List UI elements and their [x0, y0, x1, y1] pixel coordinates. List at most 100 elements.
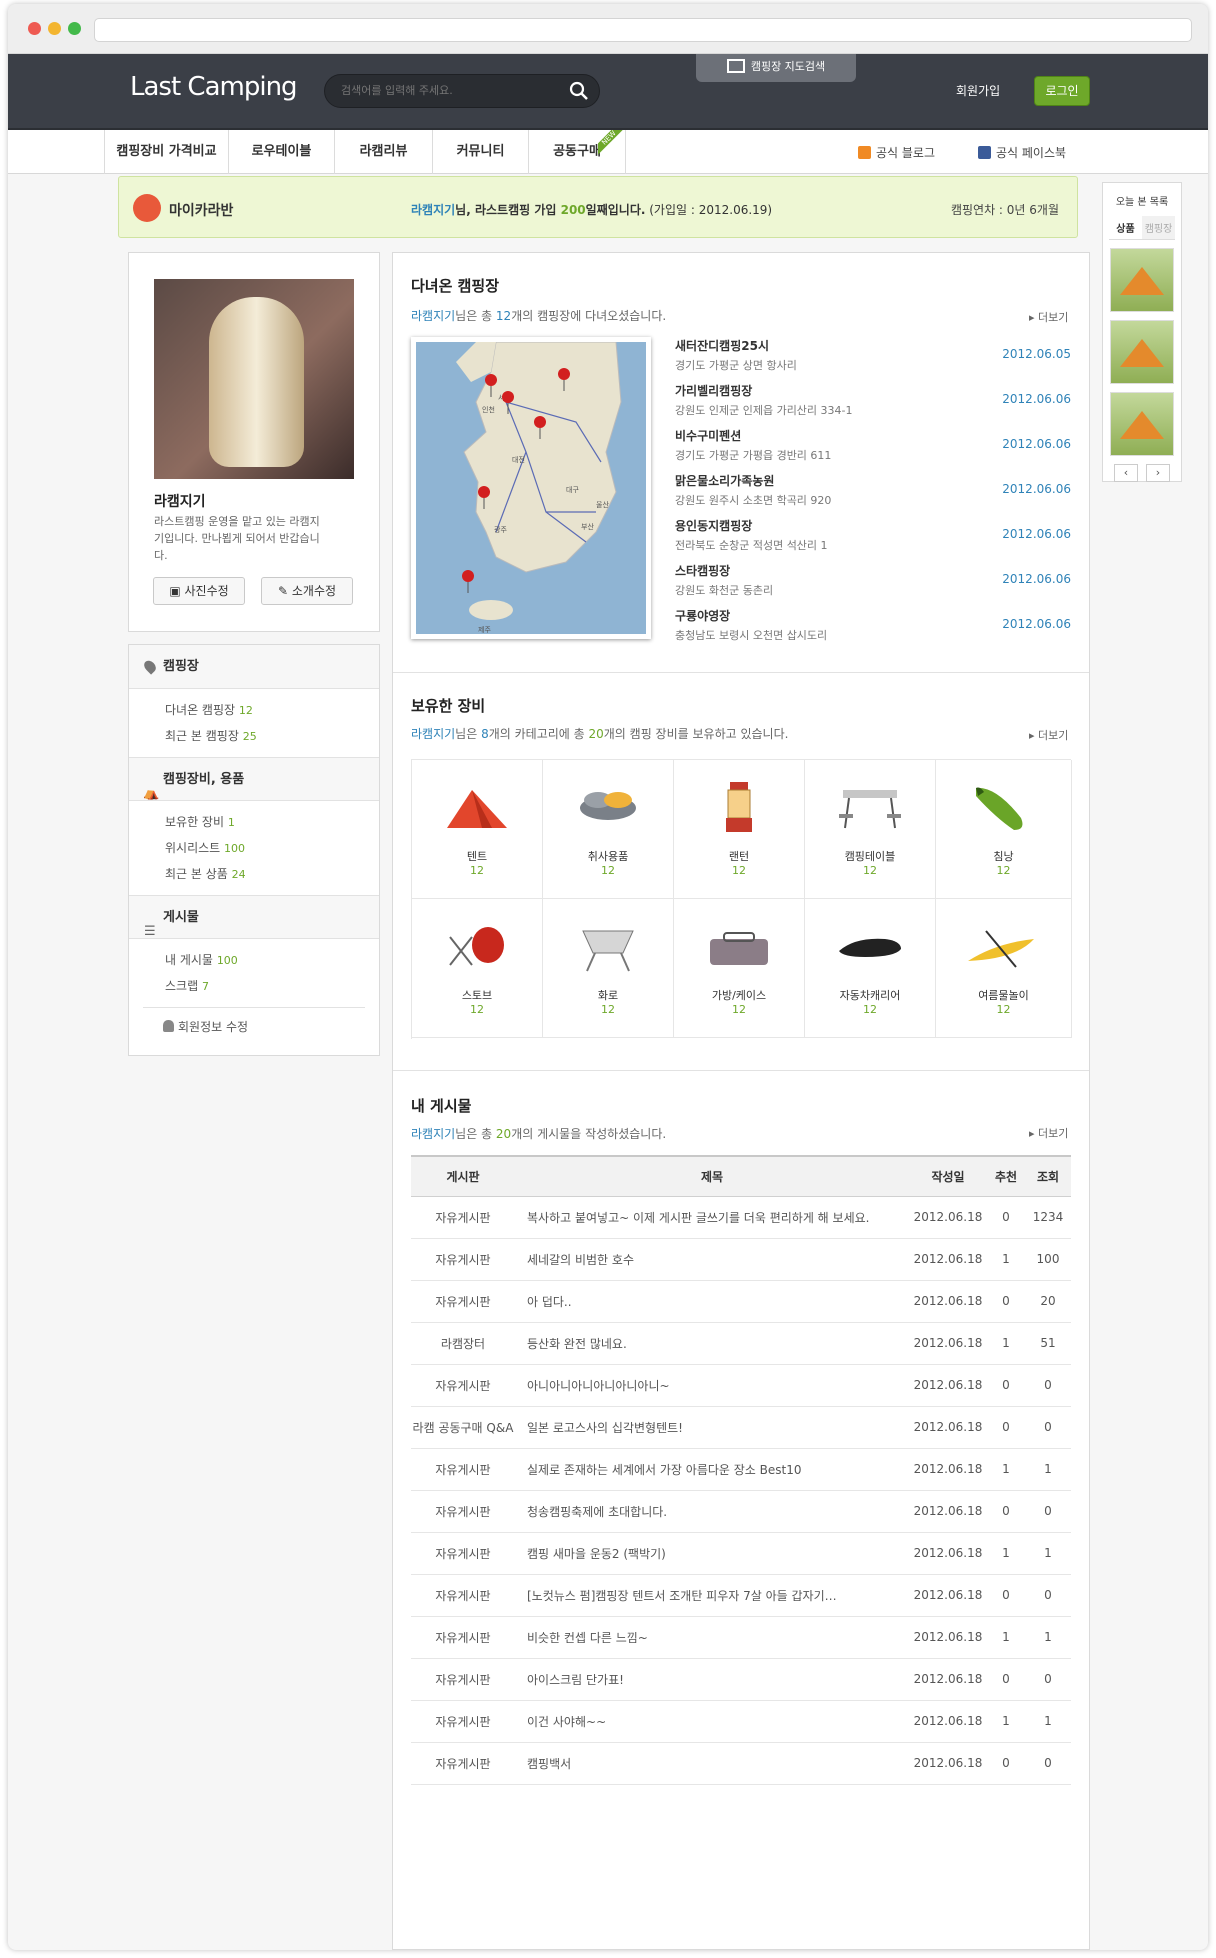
table-row[interactable]: 자유게시판 실제로 존재하는 세계에서 가장 아름다운 장소 Best10 2012…: [411, 1448, 1071, 1491]
today-thumb[interactable]: [1110, 392, 1174, 456]
post-title[interactable]: 캠핑백서: [515, 1742, 909, 1785]
edit-photo-button[interactable]: ▣ 사진수정: [153, 577, 245, 605]
profile-photo[interactable]: [154, 279, 354, 479]
blog-link[interactable]: 공식 블로그: [858, 144, 935, 161]
table-row[interactable]: 자유게시판 캠핑백서 2012.06.18 0 0: [411, 1742, 1071, 1785]
sidebar-item-visited[interactable]: 다녀온 캠핑장 12: [129, 697, 379, 723]
col-board[interactable]: 게시판: [411, 1155, 515, 1197]
gear-item-water-sports[interactable]: 여름물놀이 12: [936, 899, 1072, 1038]
camp-item[interactable]: 구룡야영장 충청남도 보령시 오천면 삽시도리 2012.06.06: [675, 607, 1071, 652]
nav-community[interactable]: 커뮤니티: [432, 130, 528, 174]
post-title[interactable]: 세네갈의 비범한 호수: [515, 1238, 909, 1281]
nav-low-table[interactable]: 로우테이블: [228, 130, 334, 174]
sidebar-item-recent-camp[interactable]: 최근 본 캠핑장 25: [129, 723, 379, 749]
today-title: 오늘 본 목록: [1115, 197, 1169, 208]
gear-item-sleeping-bag[interactable]: 침낭 12: [936, 760, 1072, 899]
table-row[interactable]: 자유게시판 아니아니아니아니아니아니~ 2012.06.18 0 0: [411, 1364, 1071, 1407]
table-row[interactable]: 자유게시판 비슷한 컨셉 다른 느낌~ 2012.06.18 1 1: [411, 1616, 1071, 1659]
posts-more-link[interactable]: ▸ 더보기: [1029, 1125, 1068, 1141]
post-title[interactable]: [노컷뉴스 펌]캠핑장 텐트서 조개탄 피우자 7살 아들 갑자기…: [515, 1574, 909, 1617]
tab-camp[interactable]: 캠핑장: [1142, 216, 1175, 239]
table-row[interactable]: 자유게시판 이건 사야해~~ 2012.06.18 1 1: [411, 1700, 1071, 1743]
table-row[interactable]: 라캠장터 등산화 완전 많네요. 2012.06.18 1 51: [411, 1322, 1071, 1365]
close-dot[interactable]: [28, 22, 41, 35]
post-title[interactable]: 캠핑 새마을 운동2 (팩박기): [515, 1532, 909, 1575]
minimize-dot[interactable]: [48, 22, 61, 35]
camp-item[interactable]: 가리벨리캠핑장 강원도 인제군 인제읍 가리산리 334-1 2012.06.0…: [675, 382, 1071, 427]
map-search-label: 캠핑장 지도검색: [750, 60, 826, 73]
post-title[interactable]: 청송캠핑축제에 초대합니다.: [515, 1490, 909, 1533]
post-views: 1: [1025, 1616, 1071, 1659]
today-thumb[interactable]: [1110, 320, 1174, 384]
sidebar-item-scrap[interactable]: 스크랩 7: [129, 973, 379, 999]
search-icon[interactable]: [569, 81, 589, 101]
post-board: 자유게시판: [411, 1658, 515, 1701]
camp-item[interactable]: 스타캠핑장 강원도 화천군 동촌리 2012.06.06: [675, 562, 1071, 607]
table-row[interactable]: 자유게시판 청송캠핑축제에 초대합니다. 2012.06.18 0 0: [411, 1490, 1071, 1533]
site-logo[interactable]: Last Camping: [130, 72, 298, 102]
post-title[interactable]: 비슷한 컨셉 다른 느낌~: [515, 1616, 909, 1659]
today-viewed-panel: 오늘 본 목록 상품 캠핑장 ‹ ›: [1102, 182, 1182, 482]
post-date: 2012.06.18: [909, 1700, 987, 1743]
map-search-tab[interactable]: 캠핑장 지도검색: [696, 54, 856, 82]
col-date[interactable]: 작성일: [909, 1155, 987, 1197]
post-title[interactable]: 아니아니아니아니아니아니~: [515, 1364, 909, 1407]
gear-more-link[interactable]: ▸ 더보기: [1029, 727, 1068, 743]
visited-more-link[interactable]: ▸ 더보기: [1029, 309, 1068, 325]
table-row[interactable]: 자유게시판 복사하고 붙여넣고~ 이제 게시판 글쓰기를 더욱 편리하게 해 보세…: [411, 1196, 1071, 1239]
svg-text:대전: 대전: [512, 455, 525, 464]
sidebar-item-recent-items[interactable]: 최근 본 상품 24: [129, 861, 379, 887]
col-recommend[interactable]: 추천: [987, 1155, 1025, 1197]
table-row[interactable]: 자유게시판 아 덥다.. 2012.06.18 0 20: [411, 1280, 1071, 1323]
search-input[interactable]: [341, 84, 561, 97]
address-bar[interactable]: [94, 18, 1192, 42]
gear-item-stove[interactable]: 스토브 12: [412, 899, 543, 1038]
prev-icon[interactable]: ‹: [1114, 464, 1138, 482]
gear-item-car-carrier[interactable]: 자동차캐리어 12: [805, 899, 936, 1038]
sidebar-item-owned[interactable]: 보유한 장비 1: [129, 809, 379, 835]
post-title[interactable]: 아 덥다..: [515, 1280, 909, 1323]
sidebar-item-my-posts[interactable]: 내 게시물 100: [129, 947, 379, 973]
col-title[interactable]: 제목: [515, 1155, 909, 1197]
tab-product[interactable]: 상품: [1109, 216, 1142, 239]
post-date: 2012.06.18: [909, 1490, 987, 1533]
today-thumb[interactable]: [1110, 248, 1174, 312]
post-title[interactable]: 일본 로고스사의 십각변형텐트!: [515, 1406, 909, 1449]
nav-price-compare[interactable]: 캠핑장비 가격비교: [104, 130, 228, 174]
gear-item-lantern[interactable]: 랜턴 12: [674, 760, 805, 899]
sidebar-item-wishlist[interactable]: 위시리스트 100: [129, 835, 379, 861]
facebook-link[interactable]: 공식 페이스북: [978, 144, 1066, 161]
gear-title: 보유한 장비: [411, 697, 486, 715]
login-button[interactable]: 로그인: [1034, 76, 1090, 106]
gear-item-tent[interactable]: 텐트 12: [412, 760, 543, 899]
col-views[interactable]: 조회: [1025, 1155, 1071, 1197]
post-title[interactable]: 실제로 존재하는 세계에서 가장 아름다운 장소 Best10: [515, 1448, 909, 1491]
table-row[interactable]: 자유게시판 캠핑 새마을 운동2 (팩박기) 2012.06.18 1 1: [411, 1532, 1071, 1575]
nav-review[interactable]: 라캠리뷰: [334, 130, 432, 174]
camp-item[interactable]: 비수구미펜션 경기도 가평군 가평읍 경반리 611 2012.06.06: [675, 427, 1071, 472]
table-row[interactable]: 라캠 공동구매 Q&A 일본 로고스사의 십각변형텐트! 2012.06.18 0 0: [411, 1406, 1071, 1449]
new-badge: NEW: [598, 130, 628, 160]
gear-grid: 텐트 12 취사용품 12 랜턴 12 캠핑테이블 12 침낭 12 스토브 12: [411, 759, 1072, 1039]
post-views: 1: [1025, 1532, 1071, 1575]
maximize-dot[interactable]: [68, 22, 81, 35]
sidebar-item-member-edit[interactable]: 회원정보 수정: [143, 1007, 365, 1045]
table-row[interactable]: 자유게시판 아이스크림 단가표! 2012.06.18 0 0: [411, 1658, 1071, 1701]
table-row[interactable]: 자유게시판 세네갈의 비범한 호수 2012.06.18 1 100: [411, 1238, 1071, 1281]
camp-map[interactable]: 서울 인천 대전 대구 부산 울산 광주 제주: [411, 337, 651, 639]
post-title[interactable]: 등산화 완전 많네요.: [515, 1322, 909, 1365]
post-title[interactable]: 아이스크림 단가표!: [515, 1658, 909, 1701]
gear-item-table[interactable]: 캠핑테이블 12: [805, 760, 936, 899]
gear-item-bag[interactable]: 가방/케이스 12: [674, 899, 805, 1038]
camp-item[interactable]: 새터잔디캠핑25시 경기도 가평군 상면 항사리 2012.06.05: [675, 337, 1071, 382]
edit-intro-button[interactable]: ✎ 소개수정: [261, 577, 353, 605]
join-link[interactable]: 회원가입: [956, 82, 1000, 99]
table-row[interactable]: 자유게시판 [노컷뉴스 펌]캠핑장 텐트서 조개탄 피우자 7살 아들 갑자기… 2…: [411, 1574, 1071, 1617]
post-title[interactable]: 이건 사야해~~: [515, 1700, 909, 1743]
gear-item-cookware[interactable]: 취사용품 12: [543, 760, 674, 899]
gear-item-grill[interactable]: 화로 12: [543, 899, 674, 1038]
camp-item[interactable]: 용인동지캠핑장 전라북도 순창군 적성면 석산리 1 2012.06.06: [675, 517, 1071, 562]
camp-item[interactable]: 맑은물소리가족농원 강원도 원주시 소초면 학곡리 920 2012.06.06: [675, 472, 1071, 517]
next-icon[interactable]: ›: [1146, 464, 1170, 482]
post-title[interactable]: 복사하고 붙여넣고~ 이제 게시판 글쓰기를 더욱 편리하게 해 보세요.: [515, 1196, 909, 1239]
